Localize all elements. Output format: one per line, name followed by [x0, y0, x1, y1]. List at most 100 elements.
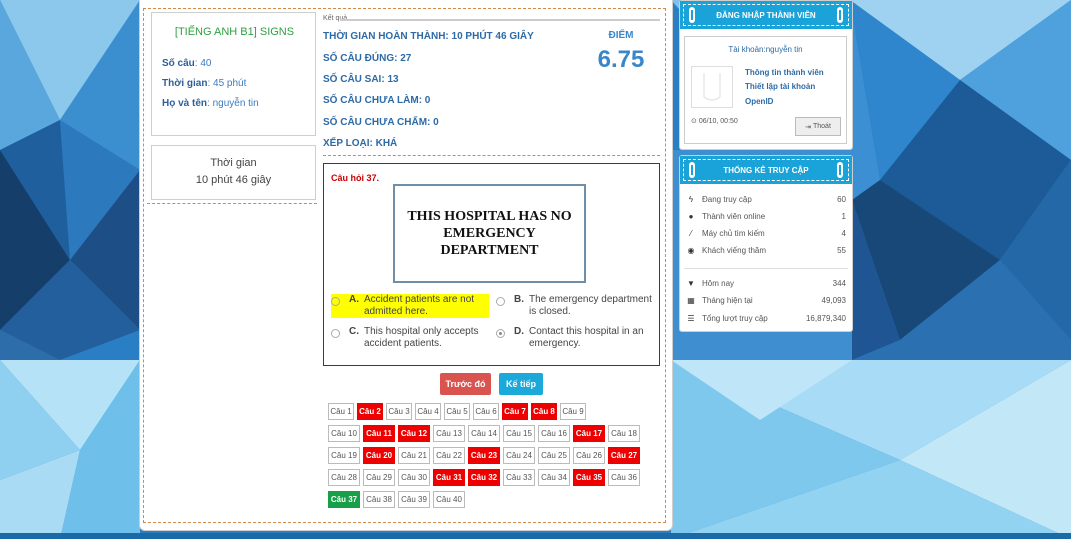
elapsed-time-box: Thời gian 10 phút 46 giây	[151, 145, 316, 200]
question-button-28[interactable]: Câu 28	[328, 469, 360, 486]
question-button-10[interactable]: Câu 10	[328, 425, 360, 442]
question-button-32[interactable]: Câu 32	[468, 469, 500, 486]
exam-question-count-label: Số câu	[162, 58, 195, 69]
option-text: Contact this hospital in an emergency.	[529, 326, 644, 349]
question-button-13[interactable]: Câu 13	[433, 425, 465, 442]
stat-label: Khách viếng thăm	[702, 246, 767, 255]
question-button-25[interactable]: Câu 25	[538, 447, 570, 464]
magic-icon: ⁄	[690, 229, 692, 238]
question-grid-row: Câu 28 Câu 29 Câu 30 Câu 31 Câu 32 Câu 33 Câu …	[328, 469, 658, 487]
question-button-16[interactable]: Câu 16	[538, 425, 570, 442]
question-button-39[interactable]: Câu 39	[398, 491, 430, 508]
elapsed-time-value: 10 phút 46 giây	[195, 174, 272, 186]
answer-option-c[interactable]: C. This hospital only accepts accident p…	[331, 326, 491, 350]
stat-value: 1	[841, 212, 846, 221]
option-text: This hospital only accepts accident pati…	[364, 326, 479, 349]
question-button-14[interactable]: Câu 14	[468, 425, 500, 442]
question-button-8[interactable]: Câu 8	[531, 403, 557, 420]
openid-link[interactable]: OpenID	[745, 97, 773, 106]
answer-option-a[interactable]: A. Accident patients are not admitted he…	[331, 294, 489, 318]
question-button-29[interactable]: Câu 29	[363, 469, 395, 486]
login-time-value: 06/10, 00:50	[698, 117, 738, 125]
pin-icon	[837, 7, 843, 23]
stat-label: Đang truy cập	[702, 195, 752, 204]
sign-out-icon: ⇥	[805, 123, 811, 131]
exam-question-count-value: : 40	[194, 58, 212, 69]
question-button-4[interactable]: Câu 4	[415, 403, 441, 420]
stat-today: ▼ Hôm nay 344	[686, 279, 846, 288]
logout-button[interactable]: ⇥ Thoát	[795, 117, 841, 136]
question-button-24[interactable]: Câu 24	[503, 447, 535, 464]
question-button-15[interactable]: Câu 15	[503, 425, 535, 442]
question-button-30[interactable]: Câu 30	[398, 469, 430, 486]
stat-label: Thành viên online	[702, 212, 766, 221]
question-button-18[interactable]: Câu 18	[608, 425, 640, 442]
question-button-35[interactable]: Câu 35	[573, 469, 605, 486]
exam-candidate-name-value: : nguyễn tin	[207, 98, 259, 109]
question-grid-row: Câu 1 Câu 2 Câu 3 Câu 4 Câu 5 Câu 6 Câu 7 Câu 8…	[328, 403, 658, 421]
question-button-1[interactable]: Câu 1	[328, 403, 354, 420]
exam-time-limit: Thời gian: 45 phút	[162, 78, 246, 89]
question-button-26[interactable]: Câu 26	[573, 447, 605, 464]
radio-b[interactable]	[496, 297, 505, 306]
question-button-19[interactable]: Câu 19	[328, 447, 360, 464]
stats-panel: THỐNG KÊ TRUY CẬP	[679, 155, 853, 332]
radio-d[interactable]	[496, 329, 505, 338]
left-dashed-divider	[147, 203, 317, 204]
question-button-34[interactable]: Câu 34	[538, 469, 570, 486]
pin-icon	[837, 162, 843, 178]
answer-option-b[interactable]: B. The emergency department is closed.	[496, 294, 656, 318]
stat-online: ϟ Đang truy cập 60	[686, 195, 846, 204]
member-info-link[interactable]: Thông tin thành viên	[745, 68, 824, 77]
avatar-placeholder-icon[interactable]	[691, 66, 733, 108]
result-dashed-divider	[323, 155, 660, 156]
stat-label: Tổng lượt truy cập	[702, 314, 768, 323]
question-button-17[interactable]: Câu 17	[573, 425, 605, 442]
question-button-33[interactable]: Câu 33	[503, 469, 535, 486]
result-correct-count: SỐ CÂU ĐÚNG: 27	[323, 53, 412, 64]
radio-a[interactable]	[331, 297, 340, 306]
question-button-21[interactable]: Câu 21	[398, 447, 430, 464]
question-button-20[interactable]: Câu 20	[363, 447, 395, 464]
radio-c[interactable]	[331, 329, 340, 338]
option-letter: D.	[514, 326, 524, 337]
exam-candidate-name-label: Họ và tên	[162, 98, 208, 109]
question-button-40[interactable]: Câu 40	[433, 491, 465, 508]
question-button-7[interactable]: Câu 7	[502, 403, 528, 420]
account-settings-link[interactable]: Thiết lập tài khoản	[745, 82, 815, 91]
user-icon: ●	[688, 212, 694, 221]
question-button-12[interactable]: Câu 12	[398, 425, 430, 442]
result-rank: XẾP LOẠI: KHÁ	[323, 138, 398, 149]
question-button-23[interactable]: Câu 23	[468, 447, 500, 464]
stat-value: 16,879,340	[805, 314, 846, 323]
stat-label: Máy chủ tìm kiếm	[702, 229, 765, 238]
next-button[interactable]: Kế tiếp	[499, 373, 543, 395]
question-button-36[interactable]: Câu 36	[608, 469, 640, 486]
bolt-icon: ϟ	[688, 195, 694, 204]
question-button-22[interactable]: Câu 22	[433, 447, 465, 464]
question-button-31[interactable]: Câu 31	[433, 469, 465, 486]
eye-icon: ◉	[687, 246, 695, 255]
question-button-37[interactable]: Câu 37	[328, 491, 360, 508]
question-button-6[interactable]: Câu 6	[473, 403, 499, 420]
filter-icon: ▼	[687, 279, 695, 288]
stat-total-visits: ☰ Tổng lượt truy cập 16,879,340	[686, 314, 846, 323]
question-button-2[interactable]: Câu 2	[357, 403, 383, 420]
question-button-27[interactable]: Câu 27	[608, 447, 640, 464]
stat-value: 55	[837, 246, 846, 255]
stat-value: 60	[837, 195, 846, 204]
result-ungraded-count: SỐ CÂU CHƯA CHẤM: 0	[323, 117, 439, 128]
stats-panel-header: THỐNG KÊ TRUY CẬP	[680, 156, 852, 184]
previous-button[interactable]: Trước đó	[440, 373, 491, 395]
question-button-3[interactable]: Câu 3	[386, 403, 412, 420]
question-button-9[interactable]: Câu 9	[560, 403, 586, 420]
question-navigation-grid: Câu 1 Câu 2 Câu 3 Câu 4 Câu 5 Câu 6 Câu 7 Câu 8…	[328, 403, 658, 513]
result-divider	[340, 19, 660, 21]
question-button-5[interactable]: Câu 5	[444, 403, 470, 420]
option-letter: A.	[349, 294, 359, 305]
question-button-11[interactable]: Câu 11	[363, 425, 395, 442]
question-button-38[interactable]: Câu 38	[363, 491, 395, 508]
option-letter: B.	[514, 294, 524, 305]
login-panel-title: ĐĂNG NHẬP THÀNH VIÊN	[716, 10, 816, 20]
answer-option-d[interactable]: D. Contact this hospital in an emergency…	[496, 326, 656, 350]
